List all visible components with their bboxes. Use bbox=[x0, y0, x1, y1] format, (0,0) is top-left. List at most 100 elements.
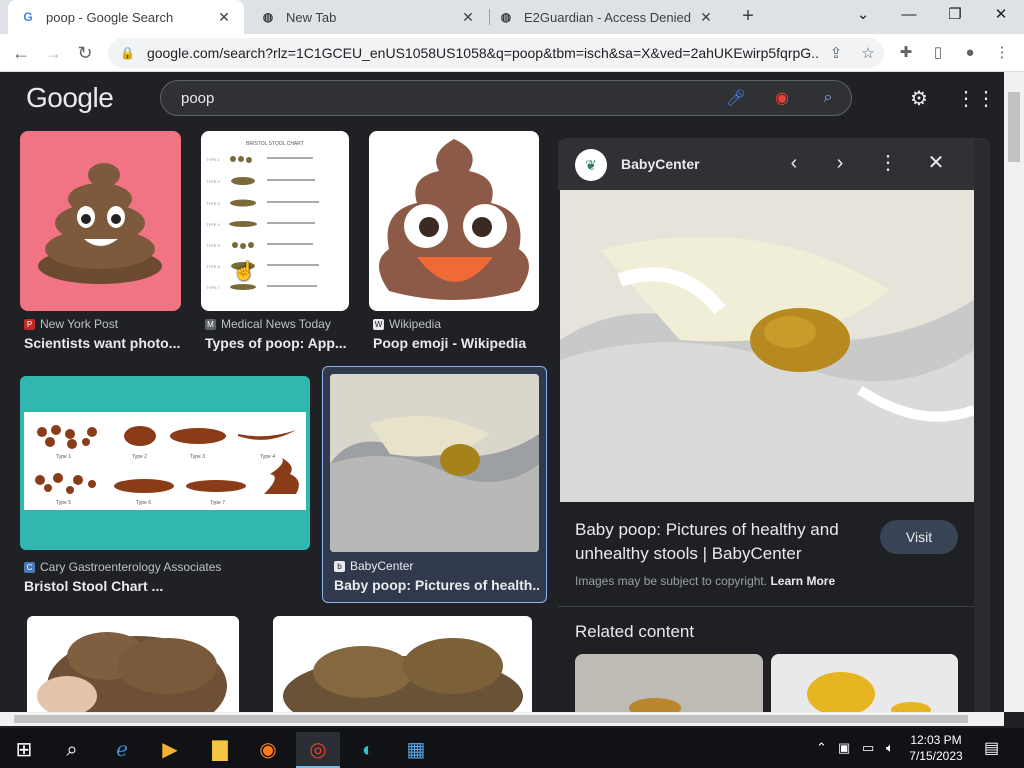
bristol-row-label: TYPE 5 bbox=[206, 243, 221, 248]
horizontal-scrollbar-thumb[interactable] bbox=[14, 715, 968, 723]
result-thumbnail[interactable] bbox=[20, 131, 181, 311]
browser-toolbar: ← → ↻ 🔒 google.com/search?rlz=1C1GCEU_en… bbox=[0, 34, 1024, 72]
bristol-type-label: Type 2 bbox=[132, 454, 147, 460]
search-icon[interactable]: ⌕ bbox=[50, 732, 94, 768]
file-explorer-icon[interactable]: ▇ bbox=[198, 732, 242, 768]
result-thumbnail[interactable] bbox=[27, 616, 239, 712]
minimize-button[interactable]: — bbox=[886, 0, 932, 34]
result-title[interactable]: Types of poop: App... bbox=[205, 335, 351, 351]
result-card[interactable]: Type 1 Type 2 Type 3 Type 4 Type 5 Type … bbox=[20, 376, 312, 598]
result-thumbnail[interactable] bbox=[330, 374, 539, 552]
result-title[interactable]: Scientists want photo... bbox=[24, 335, 180, 351]
previous-chevron-icon[interactable]: ‹ bbox=[782, 152, 806, 176]
close-window-button[interactable]: ✕ bbox=[978, 0, 1024, 34]
windows-start-icon[interactable]: ⊞ bbox=[2, 732, 46, 768]
apps-grid-icon[interactable]: ⋮⋮ bbox=[956, 86, 996, 112]
result-title[interactable]: Baby poop: Pictures of health... bbox=[334, 577, 539, 593]
panel-site-name[interactable]: BabyCenter bbox=[621, 156, 700, 172]
close-tab-icon[interactable]: ✕ bbox=[216, 9, 232, 26]
related-diaper-image bbox=[771, 654, 958, 712]
control-panel-icon[interactable]: ▦ bbox=[394, 732, 438, 768]
source-name: Wikipedia bbox=[389, 317, 442, 331]
bristol-row-label: TYPE 2 bbox=[206, 179, 221, 184]
settings-gear-icon[interactable]: ⚙ bbox=[906, 86, 932, 112]
close-panel-icon[interactable]: ✕ bbox=[924, 152, 948, 176]
result-card[interactable] bbox=[273, 616, 532, 712]
result-card-selected[interactable]: b BabyCenter Baby poop: Pictures of heal… bbox=[322, 366, 547, 603]
result-card[interactable]: W Wikipedia Poop emoji - Wikipedia bbox=[369, 131, 541, 359]
result-title[interactable]: Poop emoji - Wikipedia bbox=[373, 335, 539, 351]
tab-search-icon[interactable]: ⌄ bbox=[840, 0, 886, 34]
close-tab-icon[interactable]: ✕ bbox=[698, 9, 714, 26]
share-icon[interactable]: ⇪ bbox=[820, 44, 852, 62]
profile-avatar-icon[interactable]: ● bbox=[959, 42, 981, 64]
side-panel-icon[interactable]: ▯ bbox=[927, 42, 949, 64]
show-hidden-icons-icon[interactable]: ⌃ bbox=[816, 740, 827, 756]
result-thumbnail[interactable] bbox=[369, 131, 539, 311]
copyright-note: Images may be subject to copyright. Lear… bbox=[575, 574, 835, 588]
vertical-scrollbar[interactable] bbox=[1004, 72, 1024, 712]
search-icon[interactable]: ⌕ bbox=[805, 89, 851, 107]
chrome-icon[interactable]: ◎ bbox=[296, 732, 340, 768]
vertical-scrollbar-thumb[interactable] bbox=[1008, 92, 1020, 162]
related-content-heading: Related content bbox=[575, 622, 695, 641]
baby-diaper-large-image bbox=[560, 190, 974, 502]
reload-button[interactable]: ↻ bbox=[72, 40, 98, 66]
related-thumbnail[interactable] bbox=[771, 654, 958, 712]
panel-scrollbar[interactable] bbox=[974, 140, 990, 712]
bookmark-star-icon[interactable]: ☆ bbox=[852, 44, 884, 62]
firefox-icon[interactable]: ◉ bbox=[246, 732, 290, 768]
internet-explorer-icon[interactable]: ℯ bbox=[100, 732, 144, 768]
result-thumbnail[interactable] bbox=[273, 616, 532, 712]
preview-image[interactable] bbox=[560, 190, 974, 502]
result-title[interactable]: Bristol Stool Chart ... bbox=[24, 578, 304, 594]
google-logo[interactable]: Google bbox=[26, 82, 114, 114]
system-clock[interactable]: 12:03 PM 7/15/2023 bbox=[906, 732, 966, 764]
result-thumbnail[interactable]: Type 1 Type 2 Type 3 Type 4 Type 5 Type … bbox=[20, 376, 310, 550]
source-name: Medical News Today bbox=[221, 317, 331, 331]
result-card[interactable]: BRISTOL STOOL CHART TYPE 1 TYPE 2 TYPE 3… bbox=[201, 131, 351, 359]
edge-icon[interactable]: ◐ bbox=[346, 732, 390, 768]
url-text: google.com/search?rlz=1C1GCEU_enUS1058US… bbox=[146, 45, 820, 61]
menu-kebab-icon[interactable]: ⋮ bbox=[991, 42, 1013, 64]
search-box[interactable]: poop 🎤︎ ◉ ⌕ bbox=[160, 80, 852, 116]
bristol-row-label: TYPE 3 bbox=[206, 201, 221, 206]
notifications-icon[interactable]: ▤ bbox=[984, 738, 999, 758]
google-header: Google poop 🎤︎ ◉ ⌕ ⚙ ⋮⋮ bbox=[0, 72, 1004, 126]
related-diaper-image bbox=[575, 654, 763, 712]
result-card[interactable] bbox=[27, 616, 239, 712]
visit-button[interactable]: Visit bbox=[880, 520, 958, 554]
bristol-types-image: Type 1 Type 2 Type 3 Type 4 Type 5 Type … bbox=[24, 412, 306, 510]
learn-more-link[interactable]: Learn More bbox=[770, 574, 835, 588]
result-card[interactable]: P New York Post Scientists want photo... bbox=[20, 131, 182, 359]
network-icon[interactable]: ▣ bbox=[838, 740, 850, 756]
bristol-type-label: Type 3 bbox=[190, 454, 205, 460]
bristol-row-label: TYPE 6 bbox=[206, 264, 221, 269]
result-thumbnail[interactable]: BRISTOL STOOL CHART TYPE 1 TYPE 2 TYPE 3… bbox=[201, 131, 349, 311]
cary-gastro-favicon-icon: C bbox=[24, 561, 35, 573]
new-tab-button[interactable]: + bbox=[736, 4, 760, 30]
more-options-icon[interactable]: ⋮ bbox=[876, 152, 900, 176]
microphone-icon[interactable]: 🎤︎ bbox=[713, 88, 759, 108]
result-source: C Cary Gastroenterology Associates bbox=[24, 560, 221, 574]
lens-camera-icon[interactable]: ◉ bbox=[759, 88, 805, 108]
panel-title[interactable]: Baby poop: Pictures of healthy and unhea… bbox=[575, 518, 875, 566]
search-input[interactable]: poop bbox=[181, 90, 713, 107]
panel-header: ❦ BabyCenter ‹ › ⋮ ✕ bbox=[558, 138, 990, 190]
bristol-stool-chart-image: BRISTOL STOOL CHART TYPE 1 TYPE 2 TYPE 3… bbox=[206, 141, 319, 290]
close-tab-icon[interactable]: ✕ bbox=[460, 9, 476, 26]
tab-title: poop - Google Search bbox=[46, 9, 174, 25]
tab-google-search[interactable]: G poop - Google Search ✕ bbox=[8, 0, 244, 34]
address-bar[interactable]: 🔒 google.com/search?rlz=1C1GCEU_enUS1058… bbox=[108, 38, 884, 68]
display-icon[interactable]: ▭ bbox=[862, 740, 874, 756]
forward-button[interactable]: → bbox=[40, 40, 66, 66]
volume-muted-icon[interactable]: 🔈︎ bbox=[886, 740, 894, 756]
tab-new-tab[interactable]: ◍ New Tab ✕ bbox=[248, 0, 488, 34]
tab-e2guardian[interactable]: ◍ E2Guardian - Access Denied ✕ bbox=[486, 0, 726, 34]
related-thumbnail[interactable] bbox=[575, 654, 763, 712]
extensions-icon[interactable]: ✚ bbox=[895, 42, 917, 64]
next-chevron-icon[interactable]: › bbox=[828, 152, 852, 176]
back-button[interactable]: ← bbox=[8, 40, 34, 66]
restore-button[interactable]: ❐ bbox=[932, 0, 978, 34]
media-player-icon[interactable]: ▶ bbox=[148, 732, 192, 768]
